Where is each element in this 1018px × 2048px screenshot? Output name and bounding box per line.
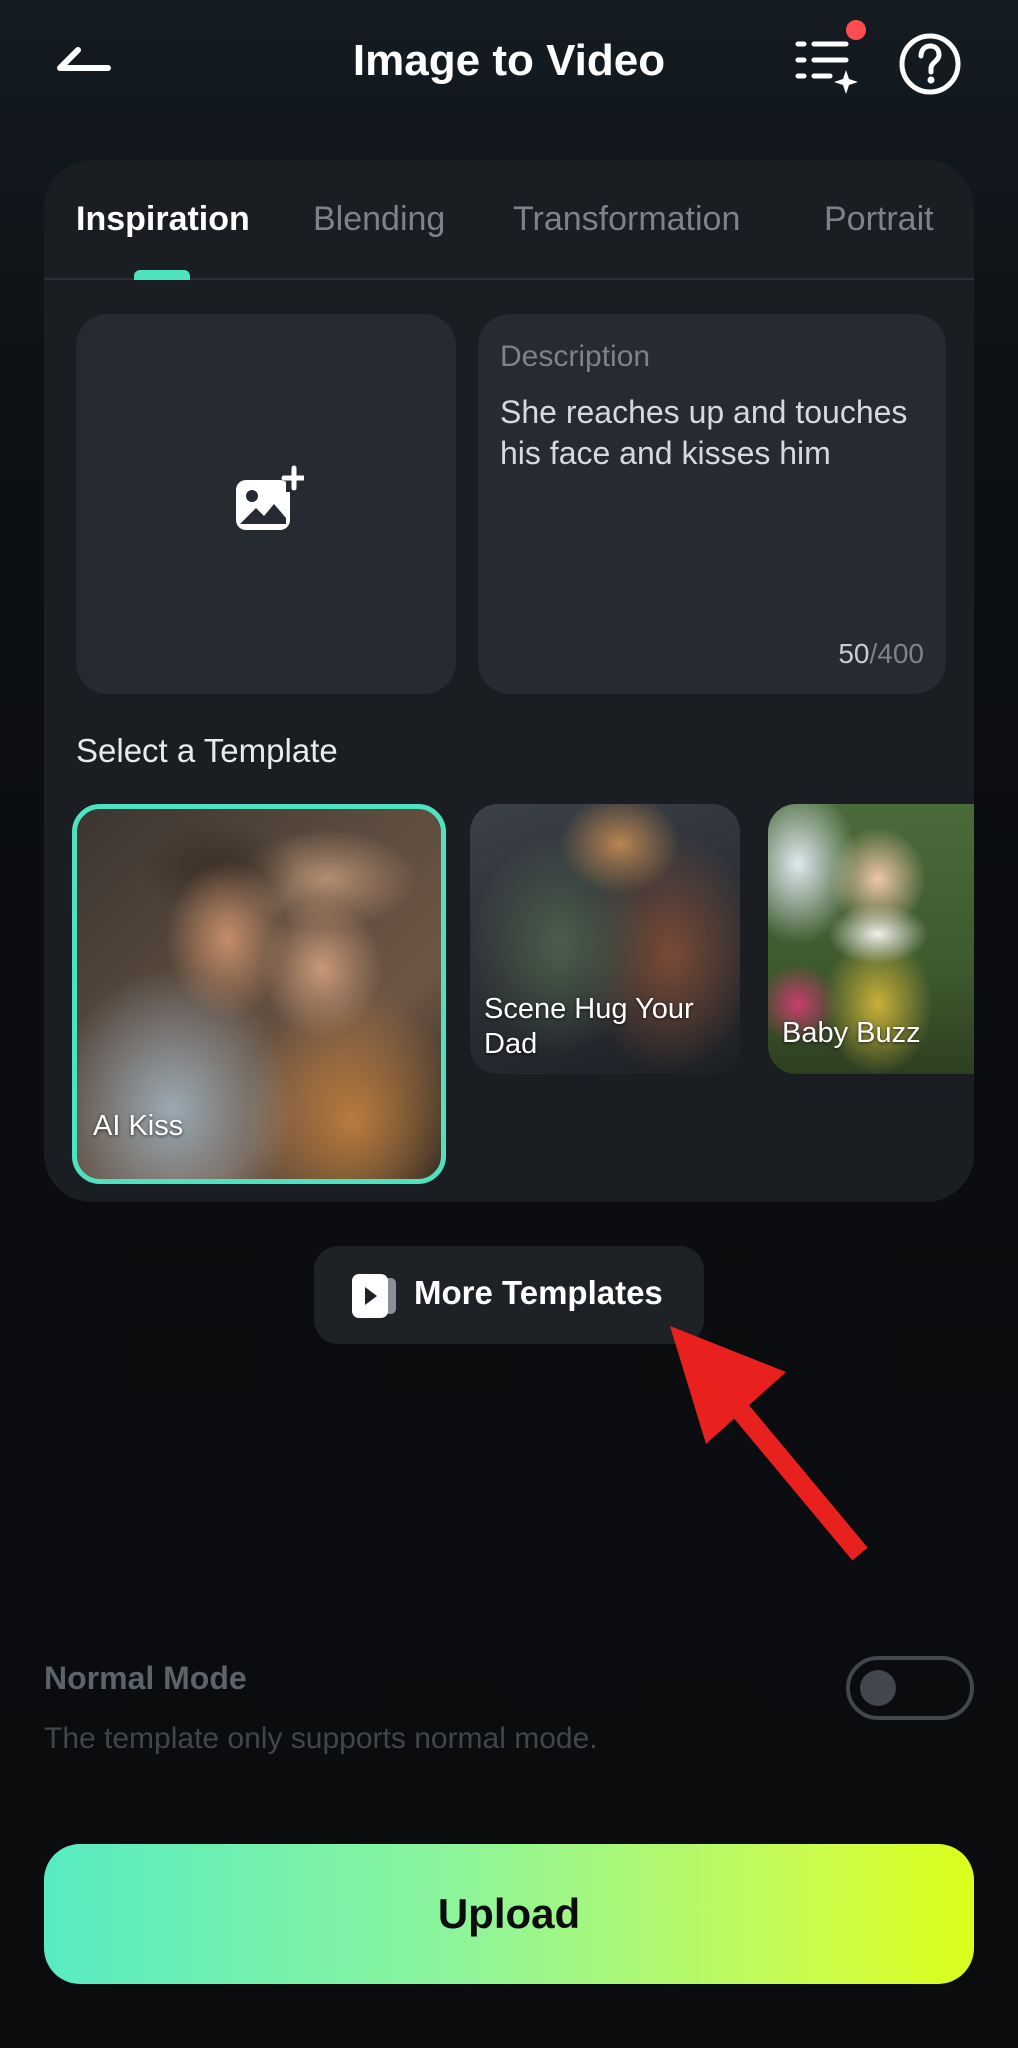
- category-tabs: Inspiration Blending Transformation Port…: [44, 160, 974, 280]
- character-counter: 50/400: [838, 638, 924, 670]
- description-label: Description: [500, 340, 651, 373]
- video-templates-icon: [352, 1274, 396, 1318]
- tab-transformation[interactable]: Transformation: [513, 200, 740, 239]
- tab-inspiration[interactable]: Inspiration: [76, 200, 250, 239]
- template-card-baby-buzz[interactable]: Baby Buzz: [768, 804, 974, 1074]
- upload-label: Upload: [437, 1890, 581, 1937]
- template-card-scene-hug-your-dad[interactable]: Scene Hug Your Dad: [470, 804, 740, 1074]
- normal-mode-subtitle: The template only supports normal mode.: [44, 1722, 598, 1755]
- template-carousel[interactable]: AI Kiss Scene Hug Your Dad Baby Buzz: [44, 804, 974, 1184]
- description-text[interactable]: She reaches up and touches his face and …: [500, 392, 920, 474]
- character-count: 50: [838, 638, 870, 669]
- generator-card: Inspiration Blending Transformation Port…: [44, 160, 974, 1202]
- more-templates-button[interactable]: More Templates: [314, 1246, 704, 1344]
- template-caption: Scene Hug Your Dad: [484, 993, 694, 1060]
- description-box[interactable]: Description She reaches up and touches h…: [478, 314, 946, 694]
- more-templates-label: More Templates: [414, 1274, 663, 1311]
- tab-portrait[interactable]: Portrait: [824, 200, 934, 239]
- sparkle-list-icon: [795, 41, 858, 94]
- template-caption: AI Kiss: [93, 1110, 184, 1142]
- help-button[interactable]: [898, 32, 962, 96]
- add-image-icon: [236, 465, 304, 530]
- upload-button[interactable]: Upload: [44, 1844, 974, 1984]
- normal-mode-toggle[interactable]: [846, 1656, 974, 1720]
- page-title: Image to Video: [352, 36, 666, 85]
- notification-badge: [846, 20, 866, 40]
- annotation-arrow-icon: [670, 1326, 868, 1561]
- header: Image to Video: [0, 0, 1018, 130]
- active-tab-indicator: [134, 270, 190, 280]
- normal-mode-title: Normal Mode: [44, 1660, 247, 1696]
- image-upload-area[interactable]: [76, 314, 456, 694]
- select-template-label: Select a Template: [76, 732, 338, 769]
- toggle-knob: [860, 1670, 896, 1706]
- tab-blending[interactable]: Blending: [313, 200, 445, 239]
- task-list-button[interactable]: [792, 32, 862, 96]
- question-mark-icon: [899, 33, 961, 95]
- character-max: /400: [869, 638, 925, 669]
- template-caption: Baby Buzz: [782, 1017, 921, 1049]
- template-card-ai-kiss[interactable]: AI Kiss: [72, 804, 446, 1184]
